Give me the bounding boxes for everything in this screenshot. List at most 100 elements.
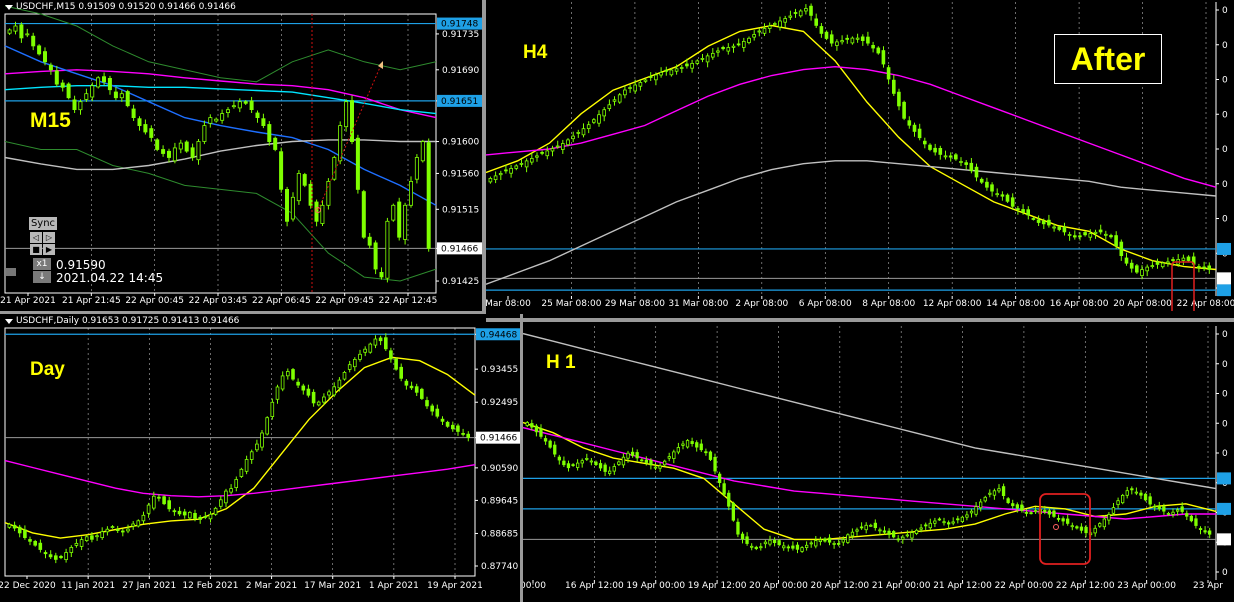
candle-body [78, 101, 83, 111]
x-tick-label: 16 Apr 08:00 [1050, 299, 1109, 309]
candle-body [146, 504, 151, 514]
candle-body [919, 527, 923, 530]
step-forward-icon[interactable]: ▷ [43, 232, 55, 243]
current-price-text: 0.91466 [441, 244, 478, 254]
candle-body [13, 25, 18, 32]
candle-body [953, 154, 958, 160]
candle-body [1006, 498, 1010, 503]
y-tick-label: 0 [1222, 390, 1228, 400]
candle-body [612, 99, 617, 102]
day-chart-panel[interactable]: 22 Dec 2020 11 Jan 2021 27 Jan 2021 12 Feb … [0, 314, 520, 602]
horizontal-divider-left[interactable] [0, 311, 486, 314]
step-back-icon[interactable]: ◁ [30, 232, 42, 243]
x-tick-label: 17 Mar 2021 [304, 581, 361, 591]
vertical-divider-bottom[interactable] [520, 314, 523, 602]
candle-body [7, 29, 12, 34]
candle-body [550, 148, 555, 152]
candle-body [1124, 257, 1129, 264]
candle-body [284, 188, 289, 222]
h1-chart-panel[interactable]: 00:00 16 Apr 12:0019 Apr 00:0019 Apr 12:0… [523, 322, 1234, 602]
candle-body [964, 162, 968, 165]
collapse-arrow-icon[interactable] [5, 319, 13, 324]
play-icon[interactable]: ▶ [43, 244, 55, 255]
candle-body [1000, 194, 1005, 197]
candle-body [1005, 194, 1010, 202]
candle-body [621, 456, 626, 466]
candle-body [871, 45, 875, 49]
candle-body [597, 114, 601, 124]
candle-body [72, 99, 77, 111]
candle-body [399, 366, 403, 379]
speed-x1-button[interactable]: x1 [33, 258, 51, 270]
candle-body [1107, 513, 1111, 521]
candle-body [1098, 229, 1103, 233]
candle-body [107, 78, 112, 91]
candle-body [653, 466, 658, 469]
candle-body [545, 150, 550, 157]
candle-body [548, 440, 552, 448]
candle-body [213, 507, 218, 515]
candle-body [1145, 266, 1149, 272]
sync-button[interactable]: Sync [29, 217, 57, 230]
candle-body [243, 101, 248, 104]
candle-body [1166, 261, 1170, 264]
x-tick-label: 27 Jan 2021 [122, 581, 176, 591]
collapse-arrow-icon[interactable] [5, 5, 13, 10]
x-tick-label: 22 Apr 12:00 [1056, 581, 1115, 591]
candle-body [121, 530, 125, 533]
candle-body [809, 542, 813, 545]
candle-body [924, 524, 928, 527]
candle-body [1181, 257, 1186, 261]
candle-body [571, 464, 575, 467]
candle-body [524, 160, 529, 168]
candle-body [137, 118, 142, 126]
horizontal-divider-right[interactable] [486, 318, 1234, 322]
candle-body [708, 451, 713, 460]
candle-body [571, 135, 575, 140]
candle-body [710, 53, 715, 58]
candle-body [244, 459, 249, 472]
y-tick-label: 0.88685 [481, 529, 518, 539]
candle-body [995, 193, 999, 196]
candle-body [933, 520, 937, 524]
candle-body [662, 460, 667, 466]
candle-body [740, 533, 745, 540]
candle-body [177, 510, 182, 515]
candle-body [19, 24, 24, 39]
m15-header: USDCHF,M15 0.91509 0.91520 0.91466 0.914… [16, 2, 236, 12]
candle-body [419, 388, 424, 399]
candle-body [1061, 518, 1065, 522]
price-label-text: 0.91651 [441, 97, 478, 107]
candle-body [777, 540, 781, 546]
scroll-marker-icon [6, 268, 16, 276]
candle-body [43, 51, 48, 63]
candle-body [658, 465, 662, 469]
candle-body [355, 137, 360, 190]
candle-body [1079, 526, 1084, 531]
arrow-down-icon[interactable]: ↓ [33, 271, 51, 283]
candle-body [1185, 513, 1189, 517]
price-label-box [1217, 284, 1231, 297]
candle-body [131, 108, 136, 119]
m15-chart-panel[interactable]: 21 Apr 2021 21 Apr 21:45 22 Apr 00:45 22 Ap… [0, 0, 482, 311]
candle-body [125, 91, 130, 107]
candle-body [229, 488, 233, 493]
candle-body [845, 37, 849, 40]
candle-body [902, 101, 906, 119]
vertical-divider[interactable] [482, 0, 486, 312]
candle-body [983, 496, 987, 502]
candle-body [869, 524, 873, 527]
candle-body [829, 34, 834, 44]
candle-body [669, 69, 674, 76]
candle-body [12, 524, 17, 529]
candle-body [922, 140, 927, 145]
candle-body [819, 26, 824, 34]
candle-body [368, 343, 373, 353]
candle-body [1111, 507, 1116, 514]
candle-body [539, 428, 543, 437]
candle-body [1166, 512, 1171, 515]
candle-body [876, 47, 881, 54]
candle-body [835, 41, 839, 46]
stop-icon[interactable]: ■ [30, 244, 42, 255]
candle-body [891, 79, 896, 94]
